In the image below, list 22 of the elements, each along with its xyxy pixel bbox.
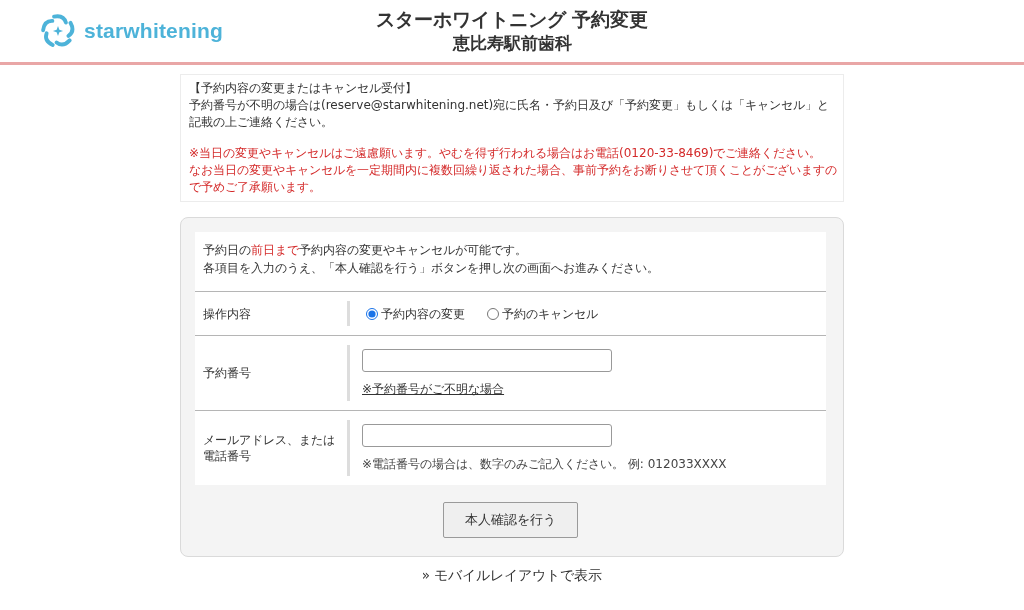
hint-text: ※電話番号の場合は、数字のみご記入ください。 例: 012033XXXX bbox=[362, 456, 728, 473]
help-link[interactable]: ※予約番号がご不明な場合 bbox=[362, 380, 505, 398]
notice-heading: 【予約内容の変更またはキャンセル受付】 bbox=[189, 80, 418, 97]
confirm-button[interactable]: 本人確認を行う bbox=[443, 502, 578, 538]
mobile-layout-link[interactable]: » モバイルレイアウトで表示 bbox=[421, 567, 603, 583]
input-field[interactable] bbox=[362, 424, 612, 447]
notice-text: 予約番号が不明の場合は(reserve@starwhitening.net)宛に氏名・予約日及び「予約変更」もしくは「キャンセル」と 記載の上ご連絡ください。 bbox=[189, 97, 831, 131]
radio-button[interactable] bbox=[487, 308, 499, 320]
intro-text: 予約日の前日まで予約内容の変更やキャンセルが可能です。 bbox=[203, 242, 528, 259]
page-subtitle: 恵比寿駅前歯科 bbox=[451, 32, 573, 55]
field-label: 操作内容 bbox=[203, 305, 251, 322]
warning-text: ※当日の変更やキャンセルはご遠慮願います。やむを得ず行われる場合はお電話(0120-33-8469)でご連絡ください。 なお当日の変更やキャンセルを一定期間内に複数回繰り返された場合、事前予約をお断りさせて頂くことがございますので予めご了承願います。 bbox=[189, 145, 838, 196]
input-field[interactable] bbox=[362, 349, 612, 372]
radio-label: 予約内容の変更 bbox=[381, 306, 465, 323]
page-title: スターホワイトニング 予約変更 bbox=[375, 7, 649, 31]
radio-button[interactable] bbox=[366, 308, 378, 320]
intro-text: 各項目を入力のうえ、「本人確認を行う」ボタンを押し次の画面へお進みください。 bbox=[203, 260, 660, 277]
radio-label: 予約のキャンセル bbox=[502, 306, 598, 323]
logo-text: starwhitening bbox=[84, 18, 224, 45]
field-label: 予約番号 bbox=[203, 365, 251, 381]
logo-icon bbox=[40, 13, 76, 49]
field-label: メールアドレス、または電話番号 bbox=[203, 432, 336, 464]
